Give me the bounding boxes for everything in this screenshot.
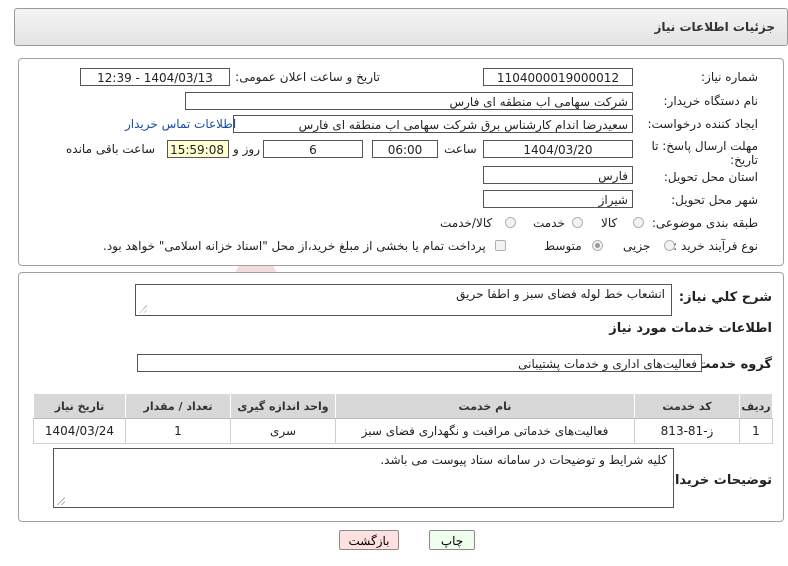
category-radio-service[interactable] bbox=[572, 217, 583, 228]
purchase-radio-minor[interactable] bbox=[664, 240, 675, 251]
remaining-days-field: 6 bbox=[263, 140, 363, 158]
announce-datetime-label: تاریخ و ساعت اعلان عمومی: bbox=[235, 70, 380, 84]
buyer-org-field[interactable]: شرکت سهامی اب منطقه ای فارس bbox=[185, 92, 633, 110]
cell-service-code: ز-81-813 bbox=[634, 418, 740, 444]
remaining-time-field: 15:59:08 bbox=[167, 140, 229, 158]
province-label: استان محل تحویل: bbox=[663, 170, 758, 184]
need-number-label: شماره نیاز: bbox=[701, 70, 758, 84]
need-number-field[interactable]: 1104000019000012 bbox=[483, 68, 633, 86]
category-option-service: خدمت bbox=[533, 216, 565, 230]
buyer-notes-label: توضیحات خریدار: bbox=[662, 473, 772, 488]
cell-row-number: 1 bbox=[739, 418, 773, 444]
remaining-time-label: ساعت باقی مانده bbox=[66, 142, 156, 156]
purchase-radio-medium[interactable] bbox=[592, 240, 603, 251]
purchase-type-label: نوع فرآیند خرید : bbox=[673, 239, 758, 253]
col-quantity: تعداد / مقدار bbox=[125, 393, 231, 419]
service-group-label: گروه خدمت: bbox=[692, 357, 772, 372]
description-textarea[interactable]: انشعاب خط لوله فضای سبز و اطفا حریق bbox=[135, 284, 672, 316]
back-button[interactable]: بازگشت bbox=[339, 530, 399, 550]
category-option-goods: کالا bbox=[601, 216, 618, 230]
services-table-header: ردیف کد خدمت نام خدمت واحد اندازه گیری ت… bbox=[33, 393, 773, 419]
need-details-form bbox=[18, 58, 784, 266]
table-row: 1 ز-81-813 فعالیت‌های خدماتی مراقبت و نگ… bbox=[33, 418, 773, 444]
buyer-notes-text: کلیه شرایط و توضیحات در سامانه ستاد پیوس… bbox=[380, 453, 667, 467]
deadline-label-line1: مهلت ارسال پاسخ: تا bbox=[651, 139, 758, 153]
services-section-title: اطلاعات خدمات مورد نیاز bbox=[609, 321, 772, 336]
deadline-time-label: ساعت bbox=[444, 142, 477, 156]
province-field[interactable]: فارس bbox=[483, 166, 633, 184]
purchase-option-medium: متوسط bbox=[544, 239, 582, 253]
services-table: ردیف کد خدمت نام خدمت واحد اندازه گیری ت… bbox=[33, 393, 773, 444]
col-unit: واحد اندازه گیری bbox=[230, 393, 336, 419]
city-label: شهر محل تحویل: bbox=[671, 193, 758, 207]
resize-grip-icon[interactable] bbox=[139, 305, 147, 313]
buyer-org-label: نام دستگاه خریدار: bbox=[663, 94, 759, 108]
description-text: انشعاب خط لوله فضای سبز و اطفا حریق bbox=[456, 287, 665, 301]
announce-datetime-field[interactable]: 1404/03/13 - 12:39 bbox=[80, 68, 230, 86]
buyer-contact-link[interactable]: اطلاعات تماس خریدار bbox=[125, 117, 236, 131]
col-service-code: کد خدمت bbox=[634, 393, 740, 419]
cell-service-name: فعالیت‌های خدماتی مراقبت و نگهداری فضای … bbox=[335, 418, 635, 444]
service-group-field[interactable]: فعالیت‌های اداری و خدمات پشتیبانی bbox=[137, 354, 702, 372]
remaining-days-label: روز و bbox=[233, 142, 260, 156]
treasury-note: پرداخت تمام یا بخشی از مبلغ خرید،از محل … bbox=[103, 239, 486, 253]
buyer-notes-textarea[interactable]: کلیه شرایط و توضیحات در سامانه ستاد پیوس… bbox=[53, 448, 674, 508]
treasury-checkbox[interactable] bbox=[495, 240, 506, 251]
city-field[interactable]: شیراز bbox=[483, 190, 633, 208]
category-label: طبقه بندی موضوعی: bbox=[651, 216, 758, 230]
cell-need-date: 1404/03/24 bbox=[33, 418, 126, 444]
resize-grip-icon[interactable] bbox=[57, 497, 65, 505]
category-radio-goods-service[interactable] bbox=[505, 217, 516, 228]
requester-field[interactable]: سعیدرضا اندام کارشناس برق شرکت سهامی اب … bbox=[233, 115, 633, 133]
category-radio-goods[interactable] bbox=[633, 217, 644, 228]
col-row-number: ردیف bbox=[739, 393, 773, 419]
cell-quantity: 1 bbox=[125, 418, 231, 444]
description-label: شرح کلي نياز: bbox=[678, 290, 772, 305]
cell-unit: سری bbox=[230, 418, 336, 444]
deadline-date-field[interactable]: 1404/03/20 bbox=[483, 140, 633, 158]
page-title: جزئیات اطلاعات نیاز bbox=[654, 20, 775, 34]
deadline-label-line2: تاریخ: bbox=[730, 153, 758, 167]
col-need-date: تاریخ نیاز bbox=[33, 393, 126, 419]
header-panel: جزئیات اطلاعات نیاز bbox=[14, 8, 788, 46]
requester-label: ایجاد کننده درخواست: bbox=[647, 117, 758, 131]
purchase-option-minor: جزیی bbox=[623, 239, 651, 253]
col-service-name: نام خدمت bbox=[335, 393, 635, 419]
print-button[interactable]: چاپ bbox=[429, 530, 475, 550]
deadline-time-field[interactable]: 06:00 bbox=[372, 140, 438, 158]
category-option-goods-service: کالا/خدمت bbox=[440, 216, 493, 230]
